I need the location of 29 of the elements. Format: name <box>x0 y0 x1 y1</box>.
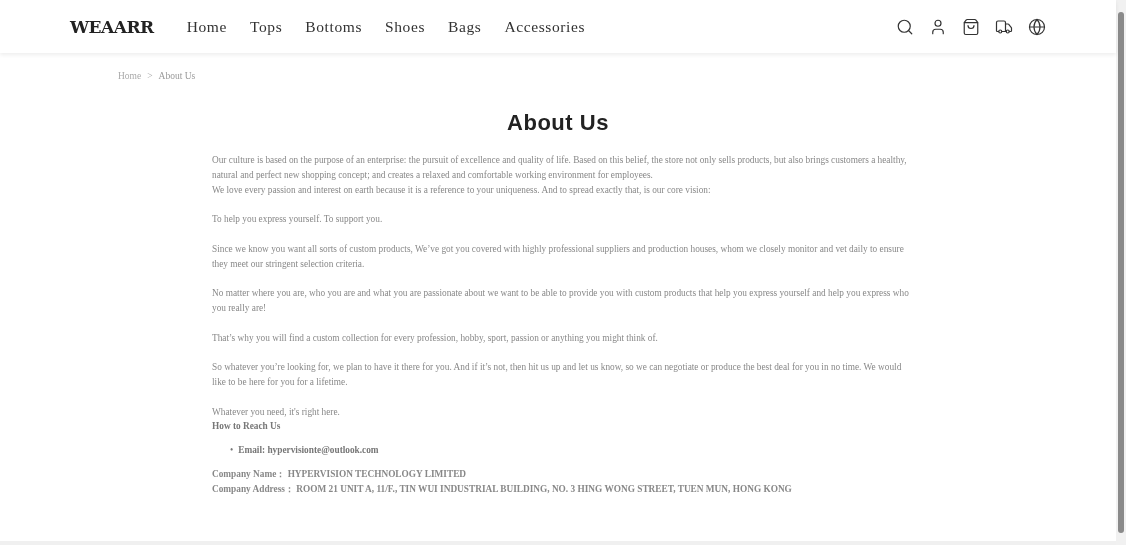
bullet: • <box>230 444 234 458</box>
page-title: About Us <box>506 110 610 136</box>
paragraph: Since we know you want all sorts of custom products, We’ve got you covered with highly professional suppliers and production houses, whom we closely monitor and vet daily to ensure they meet our stringent selection criteria. <box>212 242 905 271</box>
shopping-bag-icon[interactable] <box>962 17 980 36</box>
nav-link[interactable]: Bags <box>448 17 482 36</box>
paragraph: We love every passion and interest on earth because it is a reference to your uniqueness. And to spread exactly that, is our core vision: <box>212 183 712 197</box>
nav-link[interactable]: Home <box>186 17 227 36</box>
contact-item: Email: hypervisionte@outlook.com <box>238 444 379 458</box>
paragraph: Our culture is based on the purpose of an enterprise: the pursuit of excellence and quality of life. Based on this belief, the store not only sells products, but also brings customers a healthy, natural and perfect new shopping concept; and creates a relaxed and comfortable working environment for employees. <box>212 154 908 182</box>
logo[interactable]: WEAARR <box>70 16 154 37</box>
company-info: Company Address： ROOM 21 UNIT A, 11/F., TIN WUI INDUSTRIAL BUILDING, NO. 3 HING WONG STREET, TUEN MUN, HONG KONG <box>212 482 793 496</box>
company-info: Company Name： HYPERVISION TECHNOLOGY LIMITED <box>212 467 468 481</box>
scrollbar[interactable] <box>1116 0 1126 545</box>
nav-link[interactable]: Tops <box>249 17 283 36</box>
user-icon[interactable] <box>929 17 947 36</box>
nav-link[interactable]: Accessories <box>504 17 586 36</box>
paragraph: To help you express yourself. To support you. <box>212 213 384 227</box>
globe-icon[interactable] <box>1028 17 1046 36</box>
breadcrumb-current: About Us <box>158 71 196 81</box>
breadcrumb-separator: > <box>147 71 153 81</box>
nav-link[interactable]: Shoes <box>385 17 426 36</box>
nav-link[interactable]: Bottoms <box>305 17 363 36</box>
contact-note: Whatever you need, it's right here. <box>212 405 341 419</box>
section-heading: How to Reach Us <box>212 420 282 434</box>
paragraph: So whatever you’re looking for, we plan to have it there for you. And if it’s not, then hit us up and let us know, so we can negotiate or produce the best deal for you in no time. We would like to be here for you for a lifetime. <box>212 361 903 389</box>
truck-icon[interactable] <box>995 17 1013 36</box>
paragraph: That’s why you will find a custom collection for every profession, hobby, sport, passion or anything you might think of. <box>212 331 659 345</box>
search-icon[interactable] <box>896 17 914 36</box>
paragraph: No matter where you are, who you are and what you are passionate about we want to be able to provide you with custom products that help you express yourself and help you express who you really are! <box>212 287 910 315</box>
